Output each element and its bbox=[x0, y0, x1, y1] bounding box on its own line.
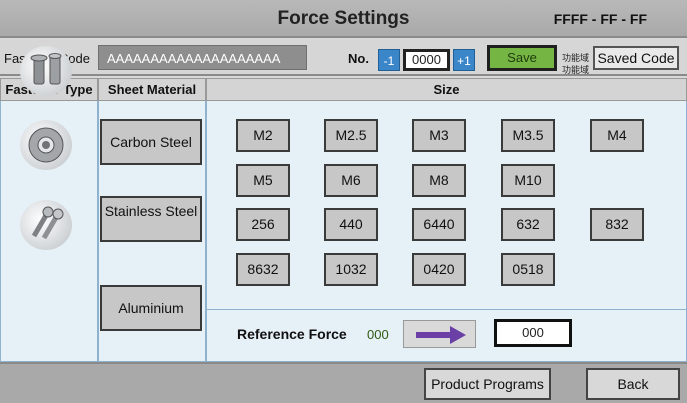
size-button[interactable]: 832 bbox=[590, 208, 644, 241]
back-button[interactable]: Back bbox=[586, 368, 680, 400]
reference-force-label: Reference Force bbox=[237, 326, 347, 342]
header-size: Size bbox=[206, 78, 687, 101]
force-settings-screen: Force Settings FFFF - FF - FF Fastener C… bbox=[0, 0, 687, 403]
reference-force-value: 000 bbox=[367, 327, 389, 342]
saved-code-button[interactable]: Saved Code bbox=[593, 46, 679, 70]
decrement-button[interactable]: -1 bbox=[378, 49, 400, 71]
size-button[interactable]: M3.5 bbox=[501, 119, 555, 152]
rivet-nut-icon[interactable] bbox=[20, 46, 72, 96]
status-code: FFFF - FF - FF bbox=[553, 11, 647, 27]
washer-nut-icon[interactable] bbox=[20, 120, 72, 170]
material-aluminium-button[interactable]: Aluminium bbox=[100, 285, 202, 331]
bolts-icon[interactable] bbox=[20, 200, 72, 250]
size-button[interactable]: M8 bbox=[412, 164, 466, 197]
size-button[interactable]: 256 bbox=[236, 208, 290, 241]
size-button[interactable]: 6440 bbox=[412, 208, 466, 241]
bottom-bar: Product Programs Back bbox=[0, 362, 687, 403]
material-stainless-steel-button[interactable]: Stainless Steel bbox=[100, 196, 202, 242]
size-button[interactable]: M10 bbox=[501, 164, 555, 197]
function-area-label-2: 功能域 bbox=[562, 65, 590, 75]
size-button[interactable]: 1032 bbox=[324, 253, 378, 286]
size-button[interactable]: M6 bbox=[324, 164, 378, 197]
size-button[interactable]: 440 bbox=[324, 208, 378, 241]
material-carbon-steel-button[interactable]: Carbon Steel bbox=[100, 119, 202, 165]
number-input[interactable]: 0000 bbox=[403, 49, 450, 71]
size-button[interactable]: M2 bbox=[236, 119, 290, 152]
fastener-code-input[interactable]: AAAAAAAAAAAAAAAAAAAA bbox=[98, 45, 307, 70]
size-button[interactable]: 0420 bbox=[412, 253, 466, 286]
title-bar: Force Settings FFFF - FF - FF bbox=[0, 0, 687, 38]
size-button[interactable]: 632 bbox=[501, 208, 555, 241]
increment-button[interactable]: +1 bbox=[453, 49, 475, 71]
save-button[interactable]: Save bbox=[487, 45, 557, 71]
size-button[interactable]: M2.5 bbox=[324, 119, 378, 152]
size-button[interactable]: M4 bbox=[590, 119, 644, 152]
product-programs-button[interactable]: Product Programs bbox=[424, 368, 551, 400]
size-button[interactable]: 0518 bbox=[501, 253, 555, 286]
arrow-right-icon[interactable] bbox=[403, 320, 476, 348]
reference-force-input[interactable]: 000 bbox=[494, 319, 572, 347]
size-button[interactable]: M3 bbox=[412, 119, 466, 152]
number-label: No. bbox=[348, 51, 369, 66]
size-button[interactable]: M5 bbox=[236, 164, 290, 197]
size-button[interactable]: 8632 bbox=[236, 253, 290, 286]
header-sheet-material: Sheet Material bbox=[98, 78, 206, 101]
fastener-code-row: Fastener Code AAAAAAAAAAAAAAAAAAAA No. -… bbox=[0, 40, 687, 76]
